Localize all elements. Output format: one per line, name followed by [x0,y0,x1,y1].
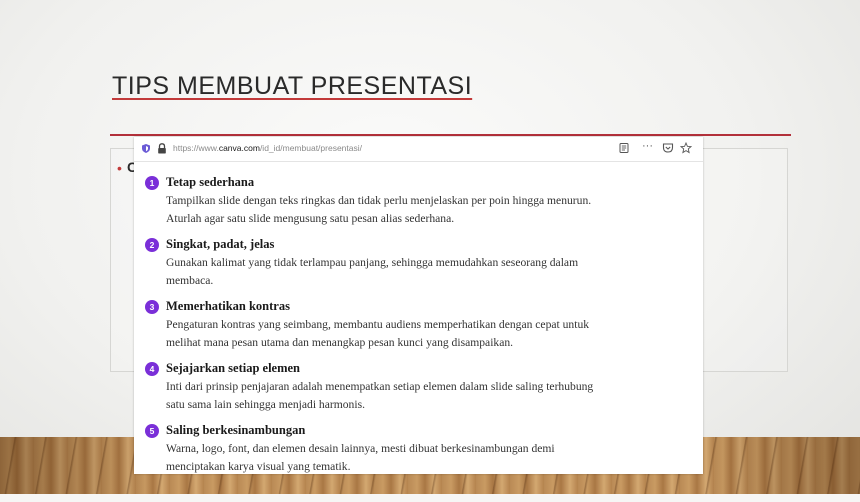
floor-bottom-strip [0,494,860,502]
tip-title: Memerhatikan kontras [166,299,290,313]
tip-line: Aturlah agar satu slide mengusung satu p… [166,212,455,225]
url-bar[interactable]: https://www.canva.com/id_id/membuat/pres… [134,137,703,162]
tip-description: Gunakan kalimat yang tidak terlampau pan… [166,254,690,290]
url-text[interactable]: https://www.canva.com/id_id/membuat/pres… [173,143,362,153]
number-badge-icon: 2 [145,237,159,252]
star-bookmark-icon[interactable] [680,142,692,154]
list-item: 2 Singkat, padat, jelas Gunakan kalimat y… [145,235,690,290]
tip-line: Warna, logo, font, dan elemen desain lai… [166,442,555,455]
tip-title: Tetap sederhana [166,175,255,189]
tip-title: Saling berkesinambungan [166,423,306,437]
tip-title: Sejajarkan setiap elemen [166,361,301,375]
list-item: 5 Saling berkesinambungan Warna, logo, fo… [145,421,690,476]
tip-line: satu sama lain sehingga menjadi harmonis… [166,398,365,411]
number-badge-icon: 1 [145,175,159,190]
tip-description: Inti dari prinsip penjajaran adalah mene… [166,378,690,414]
list-item: 4 Sejajarkan setiap elemen Inti dari prin… [145,359,690,414]
tip-line: Gunakan kalimat yang tidak terlampau pan… [166,256,579,269]
slide-title: TIPS MEMBUAT PRESENTASI [112,72,473,100]
tip-line: melihat mana pesan utama dan menangkap p… [166,336,514,349]
pocket-icon[interactable] [662,142,674,154]
tip-line: membaca. [166,274,214,287]
lock-icon[interactable] [157,143,167,154]
number-badge-icon: 3 [145,299,159,314]
browser-screenshot: https://www.canva.com/id_id/membuat/pres… [134,137,703,474]
number-badge-icon: 4 [145,361,159,376]
url-prefix: https://www. [173,143,219,153]
tip-line: menciptakan karya visual yang tematik. [166,460,351,473]
title-divider [110,134,791,136]
tip-line: Inti dari prinsip penjajaran adalah mene… [166,380,594,393]
number-badge-icon: 5 [145,423,159,438]
shield-icon[interactable] [142,144,150,153]
more-actions-icon[interactable]: ··· [642,140,658,152]
tip-line: Tampilkan slide dengan teks ringkas dan … [166,194,592,207]
url-path: /id_id/membuat/presentasi/ [259,143,362,153]
tip-description: Tampilkan slide dengan teks ringkas dan … [166,192,690,228]
url-domain: canva.com [218,143,260,153]
tip-description: Pengaturan kontras yang seimbang, memban… [166,316,690,352]
list-item: 3 Memerhatikan kontras Pengaturan kontras… [145,297,690,352]
reader-view-icon[interactable] [618,142,630,154]
tip-description: Warna, logo, font, dan elemen desain lai… [166,440,690,476]
tip-line: Pengaturan kontras yang seimbang, memban… [166,318,590,331]
tips-list: 1 Tetap sederhana Tampilkan slide dengan … [145,173,690,483]
bullet-icon: • [117,160,122,176]
tip-title: Singkat, padat, jelas [166,237,275,251]
list-item: 1 Tetap sederhana Tampilkan slide dengan … [145,173,690,228]
